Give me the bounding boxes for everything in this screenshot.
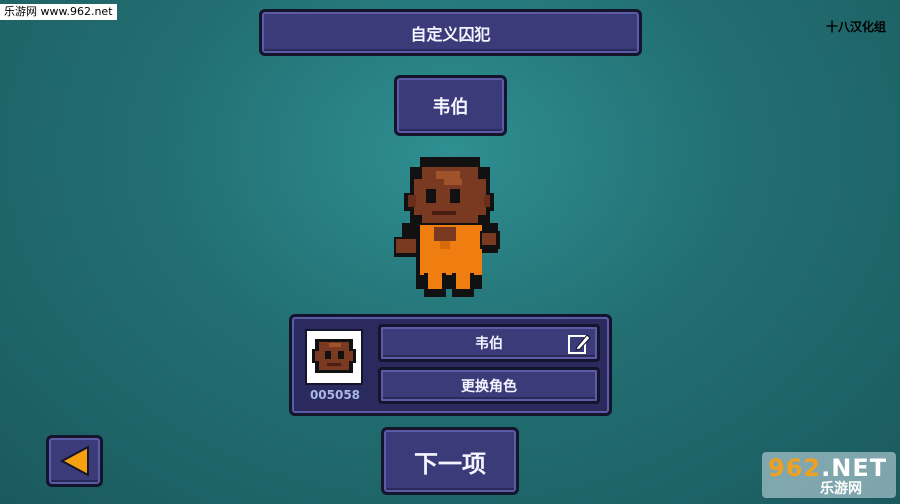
portrait-face-icon bbox=[312, 339, 356, 373]
prisoner-portrait bbox=[305, 329, 363, 385]
change-character-button[interactable]: 更换角色 bbox=[378, 367, 600, 404]
screen-title: 自定义囚犯 bbox=[410, 24, 491, 44]
screen-title-bar: 自定义囚犯 bbox=[259, 9, 642, 56]
watermark-site-name: 乐游网 bbox=[820, 481, 862, 497]
edit-icon[interactable] bbox=[567, 332, 591, 356]
prisoner-name-field[interactable]: 韦伯 bbox=[378, 324, 600, 362]
next-button-label: 下一项 bbox=[414, 449, 486, 478]
next-button[interactable]: 下一项 bbox=[381, 427, 519, 495]
translator-credit: 十八汉化组 bbox=[825, 20, 886, 34]
watermark-brand-number: 962 bbox=[768, 454, 822, 482]
watermark-top-left: 乐游网 www.962.net bbox=[0, 4, 117, 20]
watermark-bottom-right: 962.NET 乐游网 bbox=[762, 452, 896, 498]
back-button[interactable] bbox=[46, 435, 103, 487]
back-arrow-icon bbox=[59, 445, 89, 477]
change-character-label: 更换角色 bbox=[461, 378, 517, 395]
prisoner-id: 005058 bbox=[309, 388, 361, 402]
prisoner-name-value: 韦伯 bbox=[475, 336, 503, 352]
character-name-label: 韦伯 bbox=[432, 96, 469, 118]
character-name-box: 韦伯 bbox=[394, 75, 507, 136]
prisoner-sprite bbox=[394, 157, 500, 297]
